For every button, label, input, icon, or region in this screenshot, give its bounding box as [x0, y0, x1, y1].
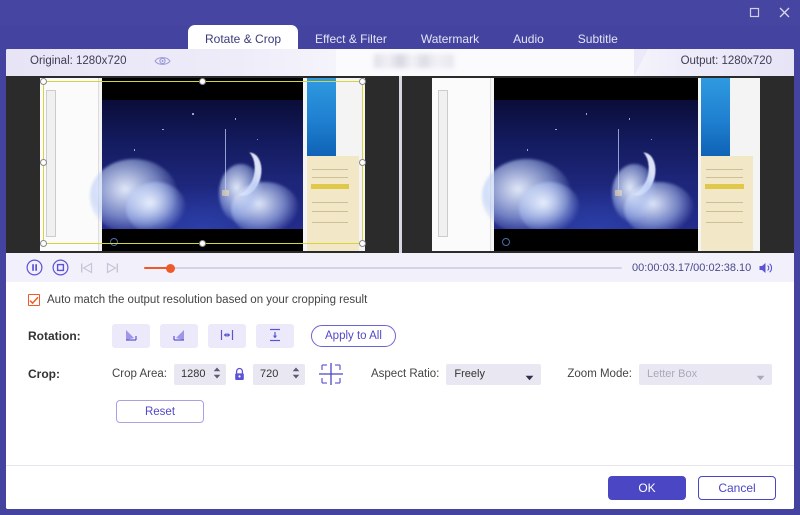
video-editor-window: Rotate & Crop Effect & Filter Watermark … [0, 0, 800, 515]
flip-vertical-button[interactable] [256, 324, 294, 348]
seek-handle[interactable] [166, 263, 175, 273]
maximize-icon[interactable] [746, 4, 762, 20]
crop-selection-rectangle[interactable] [40, 78, 366, 247]
chevron-down-icon [525, 372, 534, 384]
cancel-label: Cancel [718, 480, 756, 495]
crop-handle-middle-left[interactable] [40, 158, 47, 166]
crop-width-input[interactable]: 1280 [173, 363, 226, 385]
rotate-right-button[interactable] [160, 324, 198, 348]
chevron-down-icon [756, 372, 765, 384]
reset-row: Reset [28, 400, 794, 423]
auto-match-row: Auto match the output resolution based o… [28, 294, 794, 306]
tab-label: Audio [513, 32, 544, 46]
crop-height-stepper[interactable] [292, 367, 300, 379]
close-icon[interactable] [776, 4, 792, 20]
crop-label: Crop: [28, 367, 60, 381]
tab-label: Rotate & Crop [205, 31, 282, 46]
crop-height-input[interactable]: 720 [252, 363, 305, 385]
volume-icon[interactable] [758, 261, 774, 275]
flip-horizontal-icon [219, 327, 235, 346]
crop-handle-middle-right[interactable] [359, 158, 366, 166]
crop-handle-bottom-right[interactable] [359, 240, 366, 247]
rotate-left-icon [123, 327, 139, 346]
crop-handle-top-left[interactable] [40, 78, 47, 85]
apply-to-all-button[interactable]: Apply to All [311, 325, 396, 347]
crop-handle-bottom-left[interactable] [40, 240, 47, 247]
rotation-row: Rotation: Apply to All [28, 324, 794, 348]
seek-slider[interactable] [144, 261, 622, 275]
aspect-ratio-label: Aspect Ratio: [370, 368, 440, 380]
original-preview-pane[interactable] [6, 76, 400, 253]
flip-vertical-icon [267, 327, 283, 346]
apply-to-all-label: Apply to All [325, 330, 382, 342]
rotation-label: Rotation: [28, 329, 81, 343]
auto-match-label: Auto match the output resolution based o… [47, 294, 368, 306]
source-filename-blurred [374, 54, 454, 68]
zoom-mode-label: Zoom Mode: [567, 368, 632, 380]
lock-icon[interactable] [233, 367, 246, 382]
previous-frame-icon[interactable] [76, 258, 96, 278]
video-cream-panel [700, 155, 754, 251]
rotate-left-button[interactable] [112, 324, 150, 348]
crop-handle-top-right[interactable] [359, 78, 366, 85]
cancel-button[interactable]: Cancel [698, 475, 776, 500]
preview-area [6, 76, 794, 253]
timecode-display: 00:00:03.17/00:02:38.10 [632, 261, 752, 274]
tab-label: Watermark [420, 32, 480, 46]
crop-handle-top-center[interactable] [199, 78, 206, 85]
flip-horizontal-button[interactable] [208, 324, 246, 348]
rotate-right-icon [171, 327, 187, 346]
crop-width-stepper[interactable] [213, 367, 221, 379]
playback-bar: 00:00:03.17/00:02:38.10 [6, 253, 794, 282]
output-video-frame [432, 78, 760, 251]
crop-row: Crop: Crop Area: 1280 720 Aspect Ratio: … [28, 362, 794, 386]
letterbox-bottom [494, 228, 698, 251]
original-resolution-label: Original: 1280x720 [30, 55, 127, 67]
tab-rotate-crop[interactable]: Rotate & Crop [188, 25, 299, 52]
aspect-ratio-value: Freely [454, 368, 485, 380]
dialog-footer: OK Cancel [6, 465, 794, 509]
video-blue-panel [700, 78, 731, 156]
crop-height-value: 720 [259, 368, 279, 380]
preview-divider [399, 76, 402, 253]
pause-icon[interactable] [24, 258, 44, 278]
tab-bar: Rotate & Crop Effect & Filter Watermark … [0, 22, 800, 52]
eye-icon[interactable] [154, 55, 171, 70]
crop-area-label: Crop Area: [112, 368, 167, 380]
output-preview-pane[interactable] [400, 76, 794, 253]
output-resolution-label: Output: 1280x720 [680, 55, 772, 67]
settings-section: Auto match the output resolution based o… [6, 282, 794, 423]
letterbox-top [494, 78, 698, 101]
main-panel: Original: 1280x720 Output: 1280x720 00:0… [6, 49, 794, 509]
crop-position-icon[interactable] [317, 362, 345, 386]
next-frame-icon[interactable] [102, 258, 122, 278]
video-doc-ruler [438, 90, 448, 238]
crop-width-value: 1280 [180, 368, 206, 380]
zoom-mode-value: Letter Box [646, 368, 698, 380]
ok-button[interactable]: OK [608, 475, 686, 500]
stop-icon[interactable] [50, 258, 70, 278]
tab-label: Subtitle [577, 32, 618, 46]
reset-button[interactable]: Reset [116, 400, 204, 423]
window-controls [746, 4, 792, 20]
tab-label: Effect & Filter [315, 32, 387, 46]
auto-match-checkbox[interactable] [28, 294, 40, 306]
night-sky [482, 100, 698, 237]
ok-label: OK [638, 480, 656, 495]
crop-handle-bottom-center[interactable] [199, 240, 206, 247]
seek-track [144, 266, 622, 269]
preview-header: Original: 1280x720 Output: 1280x720 [6, 49, 794, 76]
zoom-mode-select: Letter Box [638, 363, 772, 385]
video-movie-region [482, 78, 698, 251]
reset-label: Reset [144, 405, 176, 418]
aspect-ratio-select[interactable]: Freely [446, 363, 542, 385]
